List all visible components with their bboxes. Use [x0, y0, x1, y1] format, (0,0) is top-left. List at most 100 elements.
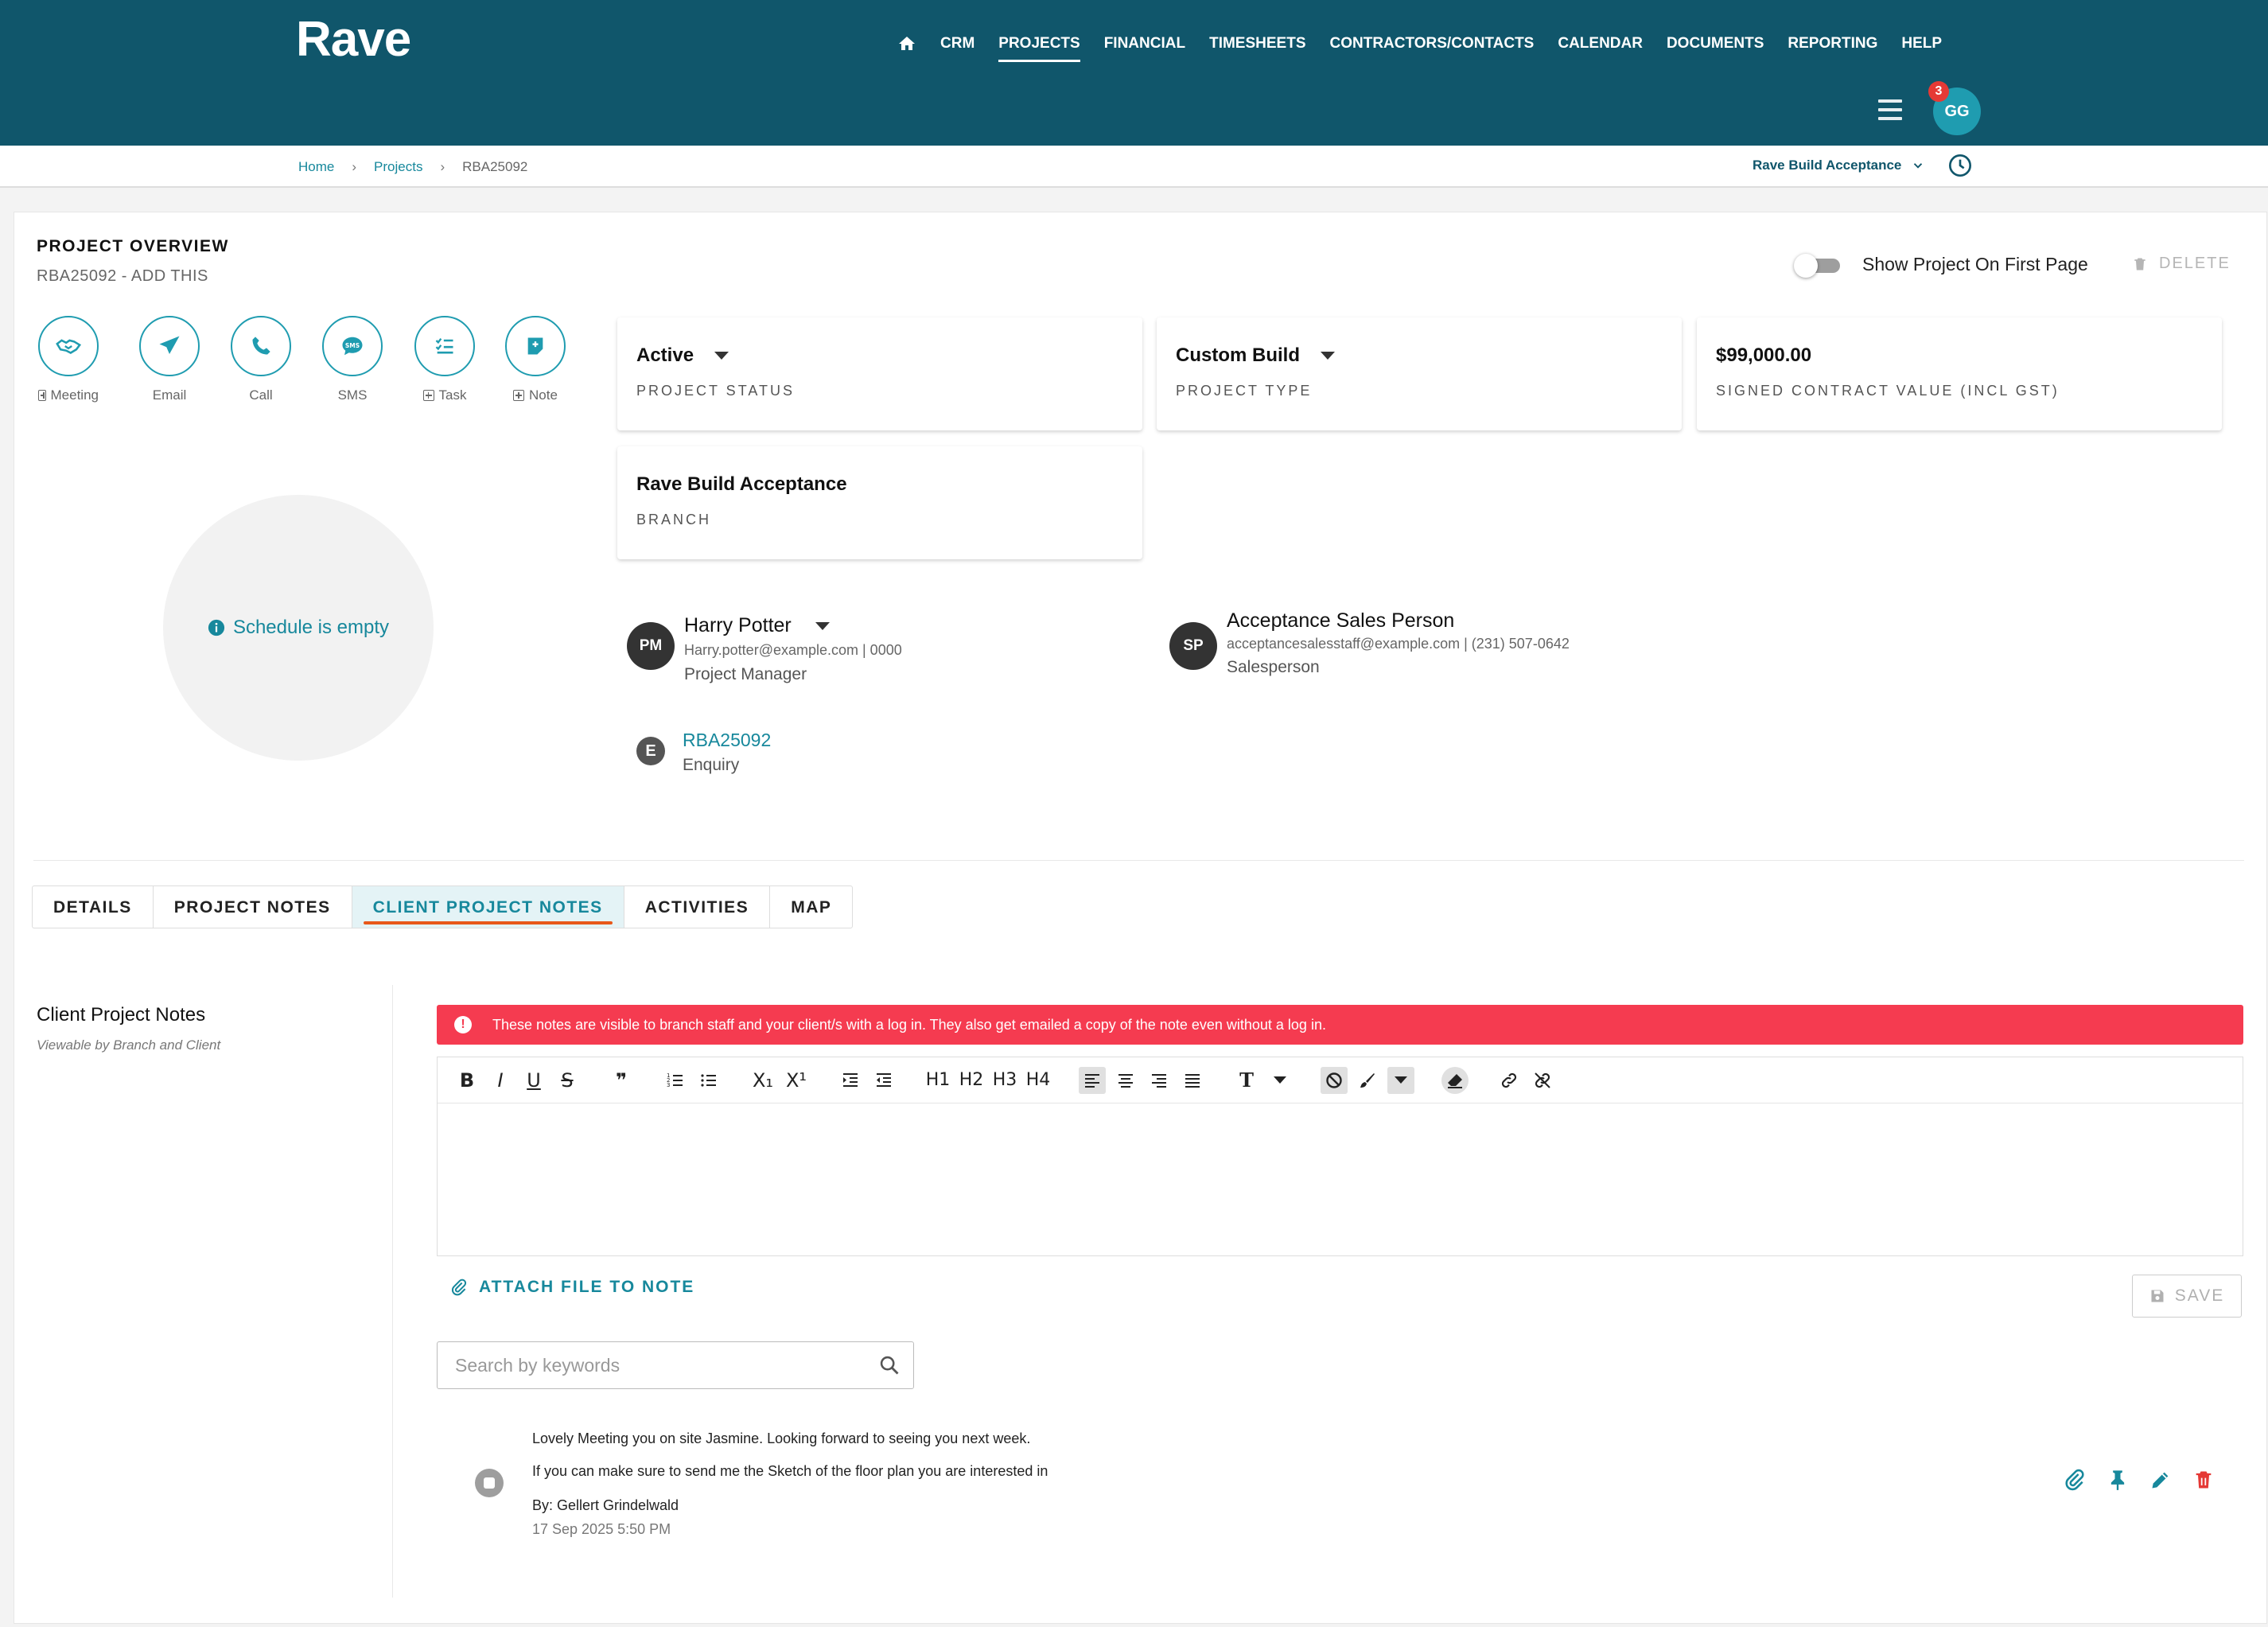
note-action[interactable]: Note [505, 316, 566, 403]
caret-down-icon[interactable] [815, 621, 830, 630]
tab-project-notes[interactable]: PROJECT NOTES [154, 886, 352, 928]
heading-3-button[interactable]: H3 [991, 1067, 1018, 1094]
call-action[interactable]: Call [231, 316, 291, 403]
text-style-dropdown[interactable] [1266, 1067, 1293, 1094]
trash-icon[interactable] [2192, 1469, 2215, 1491]
notes-section-subtitle: Viewable by Branch and Client [37, 1037, 221, 1053]
heading-2-button[interactable]: H2 [958, 1067, 985, 1094]
bullet-list-button[interactable] [695, 1067, 722, 1094]
clear-format-button[interactable] [1441, 1066, 1469, 1094]
email-icon [159, 336, 180, 354]
superscript-button[interactable]: X¹ [783, 1067, 810, 1094]
notification-badge[interactable]: 3 [1928, 81, 1949, 102]
ordered-list-icon: 123 [667, 1072, 683, 1088]
schedule-widget: Schedule is empty [163, 495, 434, 761]
ordered-list-button[interactable]: 123 [662, 1067, 689, 1094]
sms-label: SMS [337, 387, 368, 403]
delete-button[interactable]: DELETE [2132, 255, 2231, 273]
visibility-alert: ! These notes are visible to branch staf… [437, 1005, 2243, 1045]
quote-button[interactable]: ❞ [608, 1067, 635, 1094]
branch-card: Rave Build Acceptance BRANCH [617, 446, 1142, 559]
search-input[interactable] [455, 1354, 853, 1376]
nav-crm[interactable]: CRM [940, 30, 975, 57]
home-icon[interactable] [897, 34, 916, 53]
sms-action[interactable]: SMS SMS [322, 316, 383, 403]
text-style-button[interactable]: T [1233, 1067, 1260, 1094]
highlight-dropdown[interactable] [1387, 1066, 1414, 1094]
tab-client-project-notes[interactable]: CLIENT PROJECT NOTES [352, 886, 624, 928]
subscript-button[interactable]: X₁ [749, 1067, 776, 1094]
align-left-button[interactable] [1079, 1066, 1106, 1094]
nav-reporting[interactable]: REPORTING [1788, 30, 1877, 57]
tab-details[interactable]: DETAILS [33, 886, 154, 928]
project-type-card[interactable]: Custom Build PROJECT TYPE [1157, 317, 1682, 430]
notes-section-title: Client Project Notes [37, 1004, 206, 1026]
salesperson-avatar: SP [1169, 622, 1217, 670]
nav-financial[interactable]: FINANCIAL [1104, 30, 1185, 57]
nav-documents[interactable]: DOCUMENTS [1667, 30, 1764, 57]
bullet-list-icon [701, 1073, 716, 1087]
underline-button[interactable]: U [520, 1067, 547, 1094]
schedule-empty-text: Schedule is empty [232, 617, 390, 638]
outdent-icon [877, 1072, 891, 1087]
breadcrumb-current: RBA25092 [462, 159, 528, 174]
unlink-button[interactable] [1529, 1067, 1556, 1094]
meeting-action[interactable]: Meeting [38, 316, 99, 403]
nav-calendar[interactable]: CALENDAR [1558, 30, 1643, 57]
breadcrumb: Home › Projects › RBA25092 [298, 159, 527, 175]
align-right-button[interactable] [1146, 1067, 1173, 1094]
note-editor[interactable]: B I U S ❞ 123 X₁ X¹ H1 H2 H3 H4 T [437, 1057, 2243, 1256]
branch-selector[interactable]: Rave Build Acceptance [1753, 158, 1925, 173]
breadcrumb-home[interactable]: Home [298, 159, 334, 175]
note-line-1: Lovely Meeting you on site Jasmine. Look… [532, 1430, 1031, 1446]
sms-icon: SMS [342, 337, 363, 356]
highlight-button[interactable] [1354, 1067, 1381, 1094]
align-center-button[interactable] [1112, 1067, 1139, 1094]
heading-4-button[interactable]: H4 [1025, 1067, 1052, 1094]
pencil-icon[interactable] [2149, 1469, 2172, 1491]
outdent-button[interactable] [870, 1067, 897, 1094]
save-button[interactable]: SAVE [2132, 1275, 2242, 1318]
tab-map[interactable]: MAP [770, 886, 852, 928]
indent-button[interactable] [837, 1067, 864, 1094]
show-first-page-toggle[interactable] [1794, 254, 1843, 278]
salesperson-role: Salesperson [1227, 658, 1320, 676]
enquiry-link[interactable]: RBA25092 [683, 730, 771, 751]
nav-timesheets[interactable]: TIMESHEETS [1209, 30, 1305, 57]
note-actions [2064, 1469, 2235, 1491]
caret-down-icon[interactable] [1321, 352, 1335, 360]
heading-1-button[interactable]: H1 [924, 1067, 951, 1094]
strikethrough-button[interactable]: S [554, 1067, 581, 1094]
menu-icon[interactable] [1878, 99, 1902, 120]
breadcrumb-projects[interactable]: Projects [374, 159, 422, 175]
clock-icon[interactable] [1947, 153, 1973, 178]
project-manager-name[interactable]: Harry Potter [684, 614, 830, 637]
info-icon [208, 619, 225, 636]
trash-icon [2134, 258, 2145, 270]
brush-icon [1360, 1072, 1375, 1088]
nav-contractors-contacts[interactable]: CONTRACTORS/CONTACTS [1330, 30, 1535, 57]
search-icon[interactable] [878, 1354, 901, 1376]
nav-help[interactable]: HELP [1901, 30, 1942, 57]
chevron-down-icon [1914, 163, 1923, 169]
branch-selector-label: Rave Build Acceptance [1753, 158, 1902, 173]
attach-file-button[interactable]: ATTACH FILE TO NOTE [450, 1278, 694, 1297]
pin-icon[interactable] [2107, 1469, 2129, 1491]
align-justify-button[interactable] [1179, 1067, 1206, 1094]
nav-projects[interactable]: PROJECTS [998, 30, 1081, 62]
section-divider [33, 860, 2244, 861]
notes-search-box [437, 1341, 914, 1389]
project-status-card[interactable]: Active PROJECT STATUS [617, 317, 1142, 430]
tab-activities[interactable]: ACTIVITIES [624, 886, 771, 928]
paperclip-icon[interactable] [2064, 1469, 2086, 1491]
task-action[interactable]: Task [414, 316, 475, 403]
caret-down-icon[interactable] [714, 352, 729, 360]
link-button[interactable] [1496, 1067, 1523, 1094]
email-action[interactable]: Email [139, 316, 200, 403]
enquiry-role: Enquiry [683, 756, 740, 774]
clear-color-button[interactable] [1321, 1066, 1348, 1094]
italic-button[interactable]: I [487, 1067, 514, 1094]
bold-button[interactable]: B [453, 1067, 480, 1094]
app-logo[interactable]: Rave [296, 11, 411, 68]
project-manager-contact: Harry.potter@example.com | 0000 [684, 642, 902, 658]
